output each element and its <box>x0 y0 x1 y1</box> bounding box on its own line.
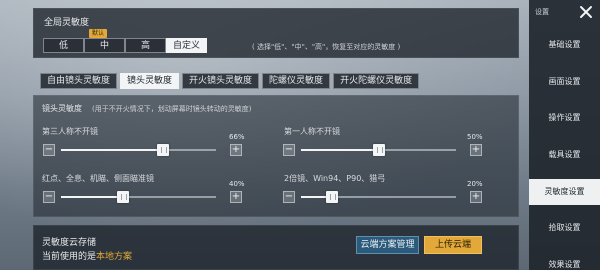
preset-medium-button[interactable]: 中 <box>84 38 125 53</box>
slider-red-dot: − + <box>43 191 243 205</box>
minus-button[interactable]: − <box>43 191 55 203</box>
slider-thumb[interactable] <box>117 191 129 203</box>
minus-button[interactable]: − <box>43 144 55 156</box>
slider-tpp-no-scope: − + <box>43 144 243 158</box>
current-scheme-prefix: 当前使用的是 <box>42 252 97 262</box>
sensitivity-tab-bar: 自由镜头灵敏度 镜头灵敏度 开火镜头灵敏度 陀螺仪灵敏度 开火陀螺仪灵敏度 <box>40 73 422 89</box>
current-scheme-name: 本地方案 <box>96 252 133 262</box>
slider-track[interactable] <box>61 144 216 156</box>
slider-percent-tpp-no-scope: 66% <box>229 133 245 141</box>
slider-thumb[interactable] <box>372 144 385 156</box>
slider-fill <box>301 149 379 151</box>
plus-button[interactable]: + <box>230 191 242 203</box>
slider-track[interactable] <box>301 144 456 156</box>
slider-fill <box>61 196 123 198</box>
preset-hint: ( 选择"低"、"中"、"高"，恢复至对应的灵敏度 ) <box>252 43 401 51</box>
sidebar-title: 设置 <box>535 8 549 16</box>
minus-button[interactable]: − <box>283 144 295 156</box>
sidebar-item-pickup[interactable]: 拾取设置 <box>529 215 600 241</box>
tab-fire-gyroscope[interactable]: 开火陀螺仪灵敏度 <box>333 73 420 89</box>
current-scheme-line: 当前使用的是本地方案 <box>42 249 132 262</box>
preset-low-button[interactable]: 低 <box>43 38 84 53</box>
close-button[interactable] <box>578 4 594 20</box>
slider-label-red-dot: 红点、全息、机瞄、侧面瞄准镜 <box>42 174 154 183</box>
settings-sidebar: 设置 基础设置 画面设置 操作设置 载具设置 灵敏度设置 拾取设置 效果设置 <box>529 0 600 270</box>
global-sensitivity-panel: 全局灵敏度 低 默认 中 高 自定义 ( 选择"低"、"中"、"高"，恢复至对应… <box>33 8 519 58</box>
cloud-storage-panel: 灵敏度云存储 当前使用的是本地方案 云端方案管理 上传云端 <box>33 225 519 270</box>
sidebar-item-vehicle[interactable]: 载具设置 <box>529 142 600 168</box>
section-hint: (用于不开火情况下，划动屏幕时镜头转动的灵敏度) <box>92 105 252 113</box>
cloud-scheme-manage-button[interactable]: 云端方案管理 <box>356 236 419 254</box>
slider-track[interactable] <box>61 191 216 203</box>
slider-percent-fpp-no-scope: 50% <box>467 133 483 141</box>
sidebar-item-graphics[interactable]: 画面设置 <box>529 69 600 95</box>
cloud-storage-title: 灵敏度云存储 <box>42 238 97 248</box>
section-title: 镜头灵敏度 <box>42 104 82 113</box>
plus-button[interactable]: + <box>470 191 482 203</box>
tab-camera[interactable]: 镜头灵敏度 <box>120 73 180 89</box>
slider-thumb[interactable] <box>326 191 338 203</box>
sidebar-item-controls[interactable]: 操作设置 <box>529 105 600 131</box>
tab-gyroscope[interactable]: 陀螺仪灵敏度 <box>262 73 331 89</box>
sidebar-item-basic[interactable]: 基础设置 <box>529 32 600 58</box>
slider-fill <box>61 149 164 151</box>
preset-custom-button[interactable]: 自定义 <box>166 38 207 53</box>
preset-medium-wrap: 默认 中 <box>84 29 125 53</box>
sidebar-header: 设置 <box>529 0 600 24</box>
global-sensitivity-title: 全局灵敏度 <box>44 18 90 28</box>
plus-button[interactable]: + <box>470 144 482 156</box>
slider-label-tpp-no-scope: 第三人称不开镜 <box>42 127 98 136</box>
tab-fire-camera[interactable]: 开火镜头灵敏度 <box>182 73 260 89</box>
camera-sensitivity-panel: 镜头灵敏度 (用于不开火情况下，划动屏幕时镜头转动的灵敏度) 第三人称不开镜 6… <box>33 95 519 217</box>
preset-group: 低 默认 中 高 自定义 <box>43 29 207 53</box>
close-icon <box>580 6 592 18</box>
slider-label-2x-scope: 2倍镜、Win94、P90、猎弓 <box>284 174 386 183</box>
plus-button[interactable]: + <box>230 144 242 156</box>
default-badge: 默认 <box>89 29 108 38</box>
preset-high-button[interactable]: 高 <box>125 38 166 53</box>
upload-cloud-button[interactable]: 上传云端 <box>424 236 482 254</box>
slider-2x-scope: − + <box>283 191 483 205</box>
slider-track[interactable] <box>301 191 456 203</box>
slider-percent-red-dot: 40% <box>229 180 245 188</box>
slider-fpp-no-scope: − + <box>283 144 483 158</box>
minus-button[interactable]: − <box>283 191 295 203</box>
slider-thumb[interactable] <box>157 144 170 156</box>
slider-percent-2x-scope: 20% <box>467 180 483 188</box>
slider-label-fpp-no-scope: 第一人称不开镜 <box>284 127 340 136</box>
sidebar-item-effects[interactable]: 效果设置 <box>529 252 600 270</box>
tab-free-camera[interactable]: 自由镜头灵敏度 <box>40 73 118 89</box>
sidebar-item-sensitivity[interactable]: 灵敏度设置 <box>529 179 600 205</box>
